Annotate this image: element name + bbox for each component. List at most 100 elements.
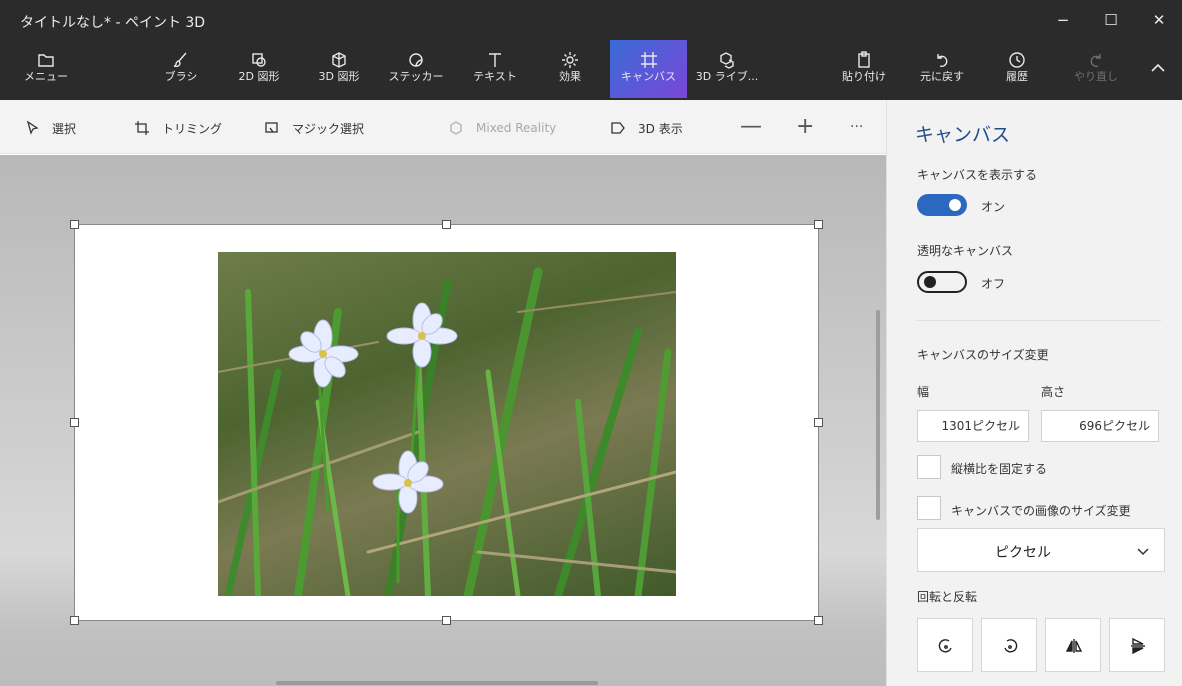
tab-text[interactable]: テキスト <box>467 40 523 98</box>
unit-dropdown[interactable]: ピクセル <box>917 528 1165 572</box>
undo-button[interactable]: 元に戻す <box>912 40 972 98</box>
canvas-subtoolbar: 選択 トリミング マジック選択 Mixed Reality 3D 表示 — + … <box>0 100 886 154</box>
flip-vertical-button[interactable] <box>1109 618 1165 672</box>
magic-select-icon <box>265 122 278 133</box>
vertical-scrollbar[interactable] <box>876 310 880 520</box>
tab-sticker[interactable]: ステッカー <box>385 40 447 98</box>
redo-icon <box>1068 40 1124 70</box>
resize-image-checkbox[interactable] <box>917 496 941 520</box>
tab-3d-library-label: 3D ライブ... <box>695 70 759 83</box>
undo-icon <box>912 40 972 70</box>
flip-horizontal-icon <box>1065 639 1083 653</box>
maximize-button[interactable]: ☐ <box>1088 8 1134 32</box>
history-label: 履歴 <box>1006 70 1028 83</box>
canvas-icon <box>610 40 687 70</box>
minimize-button[interactable]: − <box>1040 8 1086 32</box>
crop-label: トリミング <box>162 121 223 136</box>
rotate-section-title: 回転と反転 <box>917 590 978 604</box>
show-canvas-label: キャンバスを表示する <box>917 168 1038 182</box>
tab-text-label: テキスト <box>473 70 517 83</box>
pointer-icon <box>26 120 39 135</box>
lock-aspect-checkbox[interactable] <box>917 455 941 479</box>
tab-brush-label: ブラシ <box>164 70 198 83</box>
select-label: 選択 <box>52 121 77 136</box>
horizontal-scrollbar[interactable] <box>276 681 598 685</box>
paste-label: 貼り付け <box>842 70 886 83</box>
3d-view-label: 3D 表示 <box>638 121 683 136</box>
tab-brush[interactable]: ブラシ <box>155 40 207 98</box>
magic-select-tool[interactable]: マジック選択 <box>264 118 364 138</box>
window-title: タイトルなし* - ペイント 3D <box>20 15 206 31</box>
tab-3d-shapes-label: 3D 図形 <box>318 70 360 83</box>
canvas-workspace[interactable] <box>0 155 886 686</box>
redo-button[interactable]: やり直し <box>1068 40 1124 98</box>
rotate-right-icon <box>1004 639 1018 653</box>
resize-handle-bottom-right[interactable] <box>814 616 823 625</box>
transparent-canvas-label: 透明なキャンバス <box>917 244 1014 258</box>
sticker-icon <box>385 40 447 70</box>
resize-handle-top-left[interactable] <box>70 220 79 229</box>
chevron-down-icon <box>1136 543 1150 557</box>
photo-content <box>218 267 676 596</box>
mixed-reality-tool[interactable]: Mixed Reality <box>448 118 556 138</box>
resize-image-label: キャンバスでの画像のサイズ変更 <box>951 504 1131 518</box>
flip-horizontal-button[interactable] <box>1045 618 1101 672</box>
transparent-canvas-toggle[interactable] <box>917 271 967 293</box>
panel-title: キャンバス <box>915 124 1011 146</box>
menu-button[interactable]: メニュー <box>18 40 74 98</box>
close-button[interactable]: ✕ <box>1136 8 1182 32</box>
3d-view-tool[interactable]: 3D 表示 <box>610 118 683 138</box>
resize-handle-bottom[interactable] <box>442 616 451 625</box>
resize-handle-left[interactable] <box>70 418 79 427</box>
redo-label: やり直し <box>1074 70 1118 83</box>
flip-vertical-icon <box>1131 637 1145 655</box>
rotate-left-button[interactable] <box>917 618 973 672</box>
rotate-left-icon <box>938 639 952 653</box>
2d-shapes-icon <box>228 40 290 70</box>
title-bar: タイトルなし* - ペイント 3D − ☐ ✕ <box>0 0 1182 40</box>
3d-view-icon <box>611 122 625 134</box>
crop-tool[interactable]: トリミング <box>134 118 222 138</box>
resize-handle-top-right[interactable] <box>814 220 823 229</box>
more-button[interactable]: ··· <box>850 116 863 138</box>
tab-canvas[interactable]: キャンバス <box>610 40 687 98</box>
history-icon <box>992 40 1042 70</box>
height-label: 高さ <box>1041 385 1066 399</box>
tab-2d-shapes-label: 2D 図形 <box>238 70 280 83</box>
unit-value: ピクセル <box>995 545 1051 561</box>
history-button[interactable]: 履歴 <box>992 40 1042 98</box>
height-field[interactable]: 696ピクセル <box>1041 410 1159 442</box>
3d-library-icon <box>692 40 762 70</box>
paste-button[interactable]: 貼り付け <box>836 40 892 98</box>
canvas-panel: キャンバス キャンバスを表示する オン 透明なキャンバス オフ キャンバスのサイ… <box>886 100 1182 686</box>
undo-label: 元に戻す <box>920 70 964 83</box>
mixed-reality-icon <box>450 121 462 135</box>
width-label: 幅 <box>917 385 930 399</box>
lock-aspect-label: 縦横比を固定する <box>951 462 1048 476</box>
resize-handle-right[interactable] <box>814 418 823 427</box>
crop-icon <box>135 121 149 135</box>
paste-icon <box>836 40 892 70</box>
resize-handle-top[interactable] <box>442 220 451 229</box>
select-tool[interactable]: 選択 <box>24 118 76 138</box>
flower-photo[interactable] <box>218 252 676 596</box>
zoom-in-button[interactable]: + <box>796 116 814 138</box>
tab-effects[interactable]: 効果 <box>545 40 595 98</box>
3d-shapes-icon <box>308 40 370 70</box>
tab-3d-library[interactable]: 3D ライブ... <box>692 40 762 98</box>
resize-section-title: キャンバスのサイズ変更 <box>917 348 1049 362</box>
text-icon <box>467 40 523 70</box>
show-canvas-state: オン <box>981 200 1006 214</box>
show-canvas-toggle[interactable] <box>917 194 967 216</box>
width-field[interactable]: 1301ピクセル <box>917 410 1029 442</box>
resize-handle-bottom-left[interactable] <box>70 616 79 625</box>
canvas[interactable] <box>74 224 819 621</box>
magic-select-label: マジック選択 <box>292 121 365 136</box>
folder-icon <box>18 40 74 70</box>
collapse-ribbon-icon[interactable] <box>1150 60 1170 80</box>
rotate-right-button[interactable] <box>981 618 1037 672</box>
effects-icon <box>545 40 595 70</box>
tab-3d-shapes[interactable]: 3D 図形 <box>308 40 370 98</box>
tab-2d-shapes[interactable]: 2D 図形 <box>228 40 290 98</box>
zoom-out-button[interactable]: — <box>740 116 762 138</box>
